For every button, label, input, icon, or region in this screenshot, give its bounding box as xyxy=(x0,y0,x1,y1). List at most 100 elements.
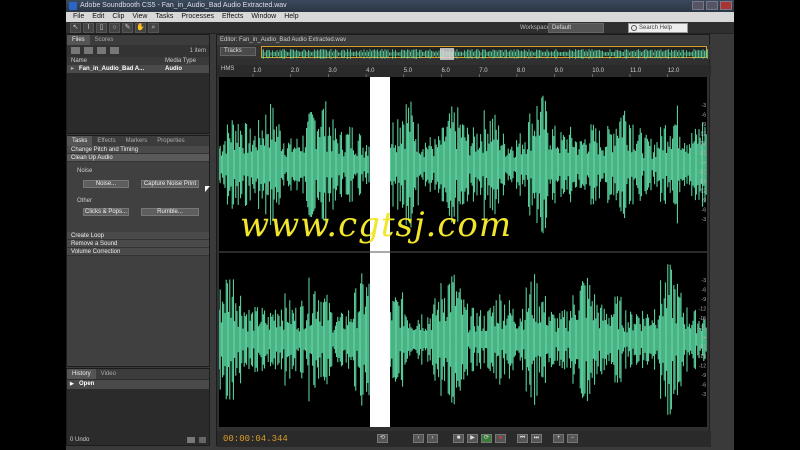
expand-icon[interactable]: ▸ xyxy=(71,65,74,73)
task-volume-correction[interactable]: Volume Correction xyxy=(67,248,209,256)
play-button[interactable]: ▶ xyxy=(467,434,478,443)
clicks-pops-button[interactable]: Clicks & Pops... xyxy=(83,208,129,216)
db-label: -9 xyxy=(702,198,707,204)
menu-clip[interactable]: Clip xyxy=(108,12,128,22)
go-to-end-button[interactable]: ⏭ xyxy=(531,434,542,443)
hand-tool-icon[interactable]: ✋ xyxy=(135,23,146,33)
minimize-button[interactable] xyxy=(692,1,704,10)
trash-icon[interactable] xyxy=(199,437,206,443)
waveform-svg xyxy=(218,77,707,427)
db-label: -15 xyxy=(699,141,706,147)
previous-marker-icon[interactable]: ‹ xyxy=(413,434,424,443)
tasks-panel: Tasks Effects Markers Properties Change … xyxy=(66,135,210,367)
frequency-selection-tool-icon[interactable]: ▯ xyxy=(96,23,107,33)
import-icon[interactable] xyxy=(71,47,80,54)
capture-noise-print-button[interactable]: Capture Noise Print xyxy=(141,180,199,188)
menu-effects[interactable]: Effects xyxy=(218,12,247,22)
tab-video[interactable]: Video xyxy=(96,369,121,379)
db-label: -6 xyxy=(702,383,707,389)
maximize-button[interactable] xyxy=(706,1,718,10)
snapshot-icon[interactable] xyxy=(187,437,195,443)
noise-button[interactable]: Noise... xyxy=(83,180,129,188)
db-scale: -3 -6 -9 -12 -15 -21 -∞ -21 -15 -12 -9 -6 -3 -3 -6 -9 -1… xyxy=(695,77,707,427)
tab-properties[interactable]: Properties xyxy=(152,136,189,146)
noise-label: Noise xyxy=(77,168,93,174)
editor-title[interactable]: Editor: Fan_in_Audio_Bad Audio Extracted… xyxy=(217,35,709,45)
db-label: -21 xyxy=(699,151,706,157)
db-label: -3 xyxy=(702,392,707,398)
menu-edit[interactable]: Edit xyxy=(88,12,108,22)
loop-toggle-icon[interactable]: ⟲ xyxy=(377,434,388,443)
workspace-select[interactable]: Default xyxy=(548,23,604,33)
new-folder-icon[interactable] xyxy=(84,47,93,54)
files-toolbar: 1 item xyxy=(67,45,209,57)
toolbar: ↖ I ▯ ○ ✎ ✋ ⌕ Workspace: Default Search … xyxy=(66,22,734,34)
ruler-tick-label: 4.0 xyxy=(366,68,375,74)
db-label: -∞ xyxy=(701,335,707,341)
waveform-display[interactable] xyxy=(218,77,707,427)
loop-play-button[interactable]: ⟳ xyxy=(481,434,492,443)
db-label: -21 xyxy=(699,345,706,351)
tab-markers[interactable]: Markers xyxy=(121,136,153,146)
time-selection-tool-icon[interactable]: I xyxy=(83,23,94,33)
menu-help[interactable]: Help xyxy=(280,12,302,22)
search-help-input[interactable]: Search Help xyxy=(628,23,688,33)
channel-waveform xyxy=(218,264,707,415)
stop-button[interactable]: ■ xyxy=(453,434,464,443)
menu-processes[interactable]: Processes xyxy=(177,12,218,22)
ruler-tick-label: 2.0 xyxy=(291,68,300,74)
go-to-start-button[interactable]: ⏮ xyxy=(517,434,528,443)
history-panel: History Video ▶ Open 0 Undo xyxy=(66,368,210,446)
menu-tasks[interactable]: Tasks xyxy=(151,12,177,22)
zoom-in-icon[interactable]: + xyxy=(553,434,564,443)
ruler-tick-label: 11.0 xyxy=(630,68,642,74)
title-bar: Adobe Soundbooth CS5 - Fan_in_Audio_Bad … xyxy=(66,0,734,12)
db-label: -6 xyxy=(702,113,707,119)
rumble-button[interactable]: Rumble... xyxy=(141,208,199,216)
ruler-tick-label: 8.0 xyxy=(517,68,526,74)
close-button[interactable] xyxy=(720,1,732,10)
ruler-tick-label: 6.0 xyxy=(442,68,451,74)
task-create-loop[interactable]: Create Loop xyxy=(67,232,209,240)
move-tool-icon[interactable]: ↖ xyxy=(70,23,81,33)
time-ruler[interactable]: HMS 1.0 2.0 3.0 4.0 5.0 6.0 7.0 8.0 9.0 10.0 11.0 1… xyxy=(217,65,711,77)
tab-effects[interactable]: Effects xyxy=(92,136,120,146)
menu-file[interactable]: File xyxy=(69,12,88,22)
search-placeholder: Search Help xyxy=(639,25,673,31)
overview-wave xyxy=(261,49,708,59)
brush-tool-icon[interactable]: ✎ xyxy=(122,23,133,33)
task-remove-sound[interactable]: Remove a Sound xyxy=(67,240,209,248)
ruler-ticks: 1.0 2.0 3.0 4.0 5.0 6.0 7.0 8.0 9.0 10.0 11.0 12.0 xyxy=(252,68,680,77)
db-label: -12 xyxy=(699,307,706,313)
record-button[interactable]: ● xyxy=(495,434,506,443)
db-label: -21 xyxy=(699,170,706,176)
db-label: -∞ xyxy=(701,160,707,166)
history-item-open[interactable]: ▶ Open xyxy=(67,380,209,389)
properties-icon[interactable] xyxy=(97,47,106,54)
task-clean-up-audio[interactable]: Clean Up Audio xyxy=(67,154,209,162)
col-media-type[interactable]: Media Type xyxy=(165,57,196,65)
transport-bar: 00:00:04.344 ⟲ ‹ › ■ ▶ ⟳ ● ⏮ ⏭ + − xyxy=(217,431,711,447)
tab-tasks[interactable]: Tasks xyxy=(67,136,93,146)
menu-view[interactable]: View xyxy=(128,12,151,22)
next-marker-icon[interactable]: › xyxy=(427,434,438,443)
task-change-pitch[interactable]: Change Pitch and Timing xyxy=(67,146,209,154)
current-time[interactable]: 00:00:04.344 xyxy=(223,434,288,444)
tab-files[interactable]: Files xyxy=(67,35,90,45)
file-media-type: Audio xyxy=(165,66,182,72)
tab-scores[interactable]: Scores xyxy=(90,35,119,45)
zoom-tool-icon[interactable]: ⌕ xyxy=(148,23,159,33)
tab-history[interactable]: History xyxy=(67,369,96,379)
delete-icon[interactable] xyxy=(110,47,119,54)
tracks-dropdown[interactable]: Tracks xyxy=(220,47,256,56)
ruler-tick-label: 5.0 xyxy=(404,68,413,74)
zoom-out-icon[interactable]: − xyxy=(567,434,578,443)
db-label: -9 xyxy=(702,122,707,128)
lasso-tool-icon[interactable]: ○ xyxy=(109,23,120,33)
menu-window[interactable]: Window xyxy=(247,12,280,22)
clean-up-section: Noise Noise... Capture Noise Print Other… xyxy=(67,162,209,232)
undo-count: 0 Undo xyxy=(70,437,90,443)
col-name[interactable]: Name xyxy=(71,57,87,65)
overview-waveform[interactable] xyxy=(261,46,708,60)
file-row[interactable]: ▸ Fan_in_Audio_Bad A... Audio xyxy=(67,65,209,73)
